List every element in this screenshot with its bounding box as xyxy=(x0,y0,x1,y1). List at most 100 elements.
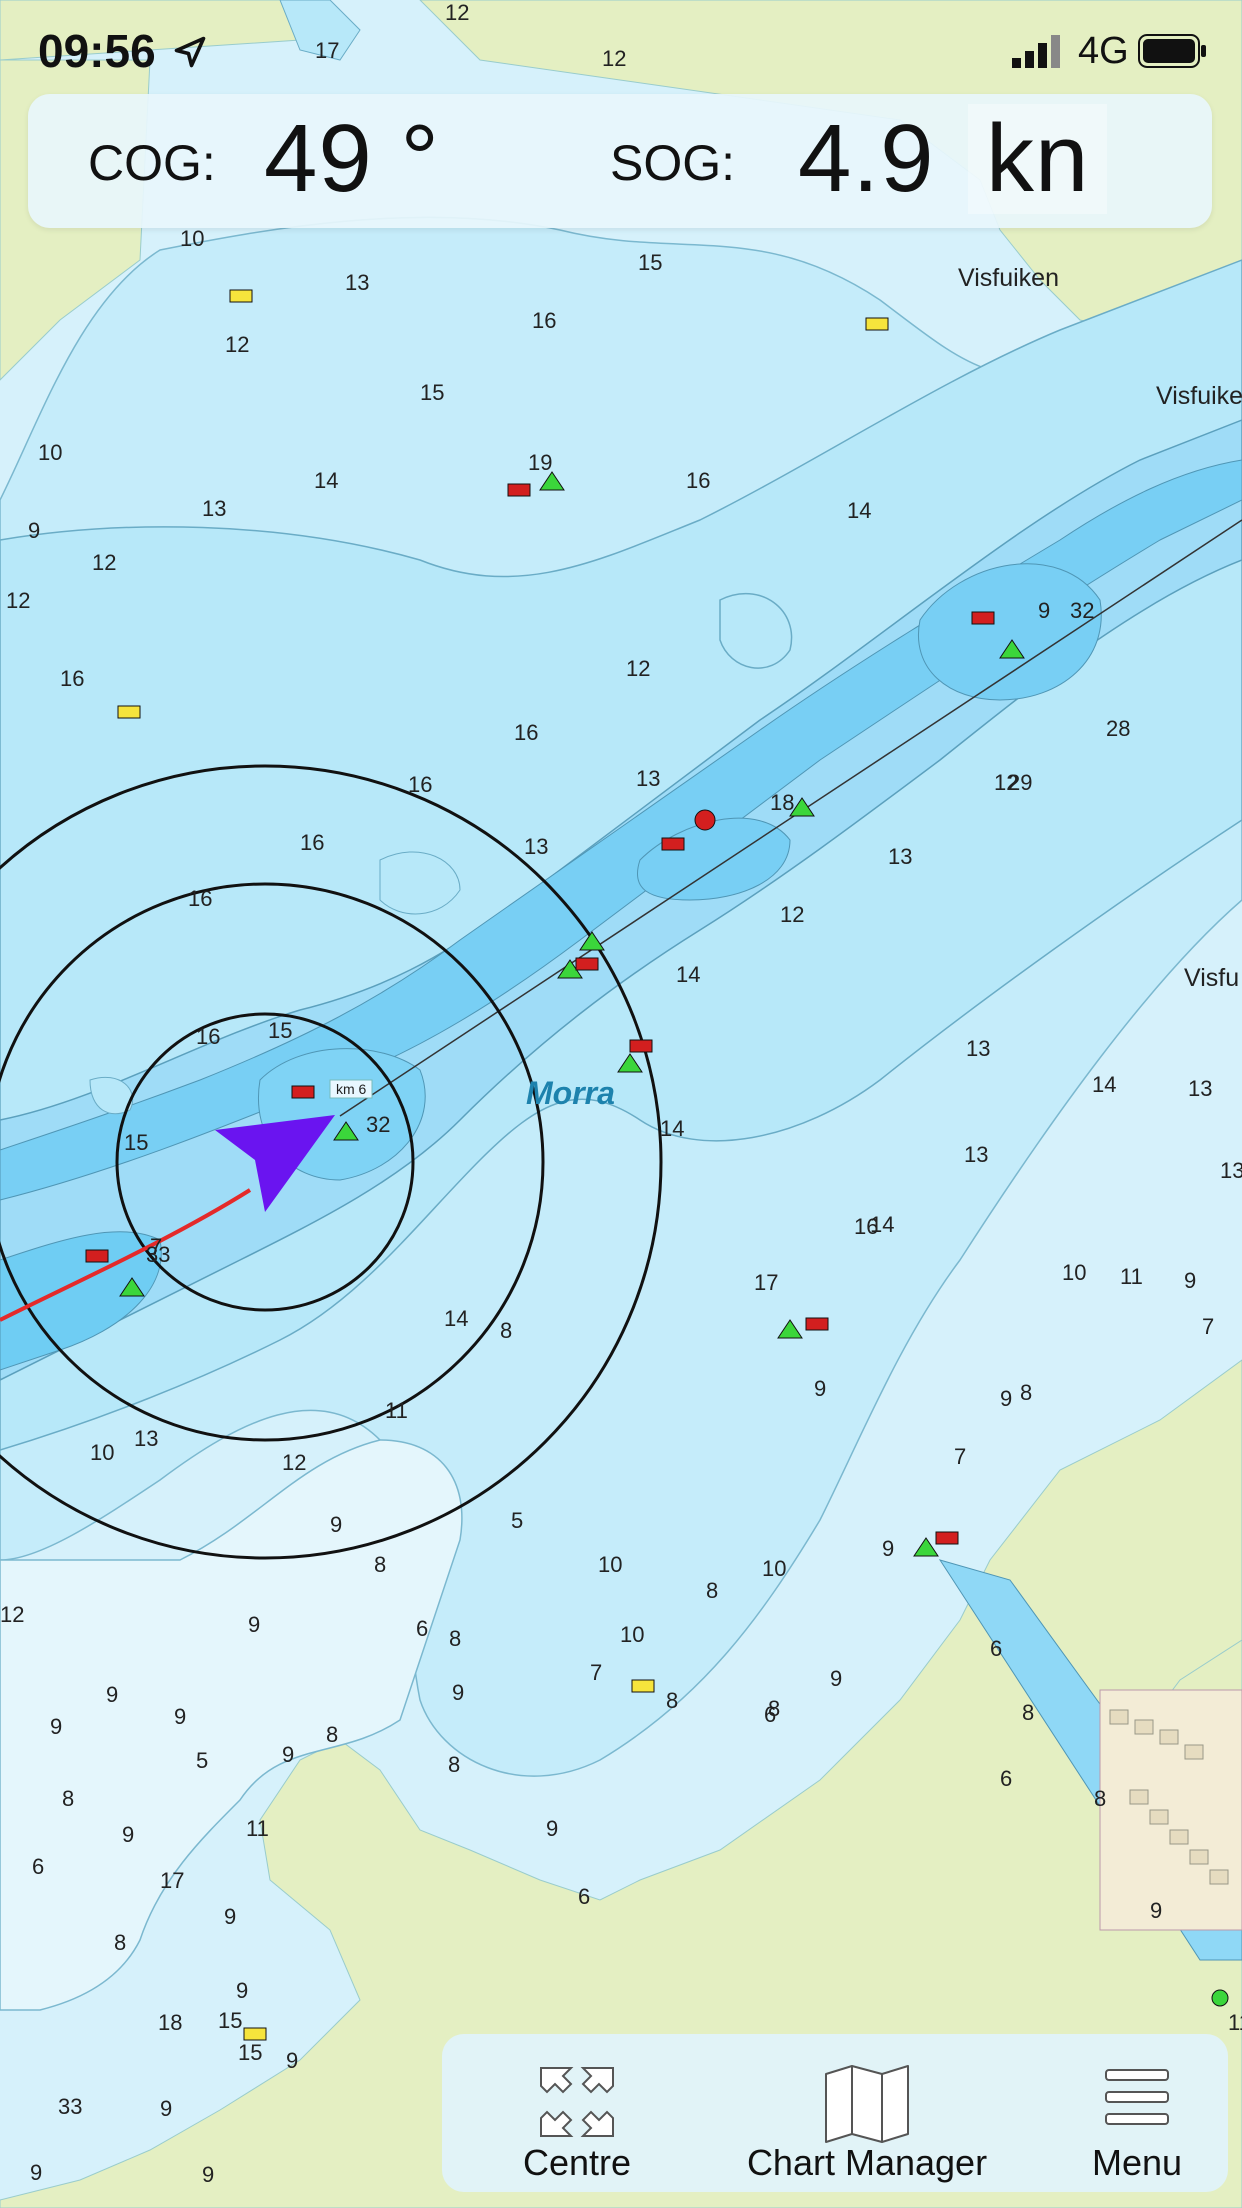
depth-sounding: 16 xyxy=(196,1024,220,1049)
red-buoy-icon xyxy=(971,611,995,625)
depth-sounding: 16 xyxy=(854,1214,878,1239)
depth-sounding: 9 xyxy=(50,1714,62,1739)
depth-sounding: 15 xyxy=(420,380,444,405)
depth-sounding: 9 xyxy=(452,1680,464,1705)
depth-sounding: 16 xyxy=(532,308,556,333)
depth-sounding: 9 xyxy=(546,1816,558,1841)
depth-sounding: 6 xyxy=(1000,1766,1012,1791)
bottom-toolbar: Centre Chart Manager Menu xyxy=(442,2034,1228,2192)
depth-sounding: 6 xyxy=(578,1884,590,1909)
depth-sounding: 13 xyxy=(1220,1158,1242,1183)
depth-sounding: 15 xyxy=(268,1018,292,1043)
depth-sounding: 8 xyxy=(666,1688,678,1713)
chart-manager-button[interactable]: Chart Manager xyxy=(732,2034,1002,2192)
depth-sounding: 5 xyxy=(196,1748,208,1773)
signal-icon xyxy=(1012,35,1060,68)
depth-sounding: 9 xyxy=(224,1904,236,1929)
mooring-buoy-icon xyxy=(631,1679,655,1693)
depth-sounding: 9 xyxy=(1150,1898,1162,1923)
depth-sounding: 13 xyxy=(134,1426,158,1451)
depth-sounding: 14 xyxy=(660,1116,684,1141)
mooring-buoy-icon xyxy=(865,317,889,331)
depth-sounding: 9 xyxy=(174,1704,186,1729)
depth-sounding: 10 xyxy=(762,1556,786,1581)
area-label: Morra xyxy=(526,1075,615,1111)
place-label: Visfuiken xyxy=(958,264,1059,292)
green-light-icon xyxy=(1211,1989,1229,2007)
depth-sounding: 8 xyxy=(500,1318,512,1343)
mooring-buoy-icon xyxy=(243,2027,267,2041)
depth-sounding: 8 xyxy=(114,1930,126,1955)
depth-sounding: 14 xyxy=(676,962,700,987)
red-buoy-icon xyxy=(694,809,716,831)
depth-sounding: 5 xyxy=(511,1508,523,1533)
depth-sounding: 9 xyxy=(1038,598,1050,623)
depth-sounding: 13 xyxy=(524,834,548,859)
depth-sounding: 12 xyxy=(6,588,30,613)
depth-sounding: 13 xyxy=(966,1036,990,1061)
depth-sounding: 9 xyxy=(1000,1386,1012,1411)
depth-sounding: 9 xyxy=(30,2160,42,2185)
depth-sounding: 12 xyxy=(0,1602,24,1627)
depth-sounding: 11 xyxy=(385,1398,408,1423)
depth-sounding: 15 xyxy=(638,250,662,275)
km-marker: km 6 xyxy=(329,1079,373,1099)
depth-sounding: 10 xyxy=(90,1440,114,1465)
location-arrow-icon xyxy=(174,36,206,68)
depth-sounding: 14 xyxy=(444,1306,468,1331)
depth-sounding: 9 xyxy=(1184,1268,1196,1293)
depth-sounding: 8 xyxy=(374,1552,386,1577)
cog-value: 49 ° xyxy=(264,105,440,212)
mooring-buoy-icon xyxy=(117,705,141,719)
chart-manager-label: Chart Manager xyxy=(746,2142,988,2183)
depth-sounding: 14 xyxy=(847,498,871,523)
menu-button[interactable]: Menu xyxy=(1062,2034,1212,2192)
depth-sounding: 8 xyxy=(1022,1700,1034,1725)
red-buoy-icon xyxy=(575,957,599,971)
depth-sounding: 15 xyxy=(124,1130,148,1155)
navigation-data-panel: COG: 49 ° SOG: 4.9 kn xyxy=(28,94,1212,228)
red-buoy-icon xyxy=(935,1531,959,1545)
depth-sounding: 9 xyxy=(830,1666,842,1691)
depth-sounding: 8 xyxy=(1094,1786,1106,1811)
depth-sounding: 9 xyxy=(248,1612,260,1637)
clock: 09:56 xyxy=(38,25,156,77)
nautical-chart[interactable]: Visfuiken Visfuike Visfu Morra km 6 12 17… xyxy=(0,0,1242,2208)
depth-sounding: 13 xyxy=(1188,1076,1212,1101)
centre-button[interactable]: Centre xyxy=(502,2034,652,2192)
battery-icon xyxy=(1138,34,1206,68)
red-buoy-icon xyxy=(661,837,685,851)
depth-sounding: 9 xyxy=(106,1682,118,1707)
depth-sounding: 8 xyxy=(62,1786,74,1811)
depth-sounding: 18 xyxy=(158,2010,182,2035)
depth-sounding: 6 xyxy=(990,1636,1002,1661)
cog-label: COG: xyxy=(88,135,216,191)
svg-text:km 6: km 6 xyxy=(336,1081,367,1097)
depth-sounding: 10 xyxy=(620,1622,644,1647)
centre-icon xyxy=(540,2067,614,2137)
depth-sounding: 33 xyxy=(58,2094,82,2119)
depth-sounding: 9 xyxy=(202,2162,214,2187)
depth-sounding: 9 xyxy=(122,1822,134,1847)
depth-sounding: 9 xyxy=(28,518,40,543)
depth-sounding: 10 xyxy=(180,226,204,251)
depth-sounding: 17 xyxy=(160,1868,184,1893)
depth-sounding: 6 xyxy=(416,1616,428,1641)
depth-sounding: 13 xyxy=(202,496,226,521)
depth-sounding: 16 xyxy=(188,886,212,911)
depth-sounding: 11 xyxy=(1228,2010,1242,2035)
depth-sounding: 32 xyxy=(366,1112,390,1137)
depth-sounding: 16 xyxy=(514,720,538,745)
red-buoy-icon xyxy=(805,1317,829,1331)
mooring-buoy-icon xyxy=(229,289,253,303)
depth-sounding: 8 xyxy=(1020,1380,1032,1405)
network-type: 4G xyxy=(1078,30,1129,72)
depth-sounding: 16 xyxy=(60,666,84,691)
depth-sounding: 14 xyxy=(1092,1072,1116,1097)
depth-sounding: 9 xyxy=(814,1376,826,1401)
depth-sounding: 13 xyxy=(888,844,912,869)
depth-sounding: 16 xyxy=(686,468,710,493)
marina xyxy=(1099,1689,1242,1931)
depth-sounding: 12 xyxy=(780,902,804,927)
depth-sounding: 6 xyxy=(32,1854,44,1879)
